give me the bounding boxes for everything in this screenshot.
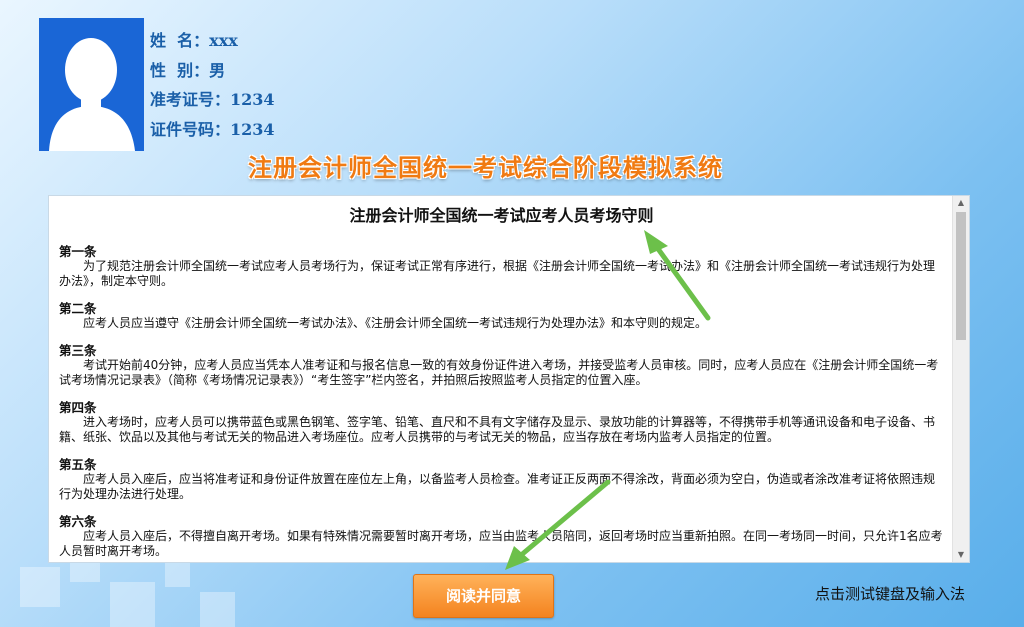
article-body: 应考人员应当遵守《注册会计师全国统一考试办法》、《注册会计师全国统一考试违规行为…: [83, 316, 708, 330]
article-heading: 第三条: [59, 343, 97, 358]
gender-label: 性 别：: [150, 60, 210, 80]
id-value: 1234: [230, 119, 275, 139]
article-body: 应考人员入座后，应当将准考证和身份证件放置在座位左上角，以备监考人员检查。准考证…: [59, 472, 936, 501]
article-heading: 第四条: [59, 400, 97, 415]
admission-label: 准考证号：: [150, 90, 231, 109]
system-title: 注册会计师全国统一考试综合阶段模拟系统: [248, 153, 723, 182]
scroll-up-icon[interactable]: ▲: [953, 196, 969, 210]
candidate-photo: [39, 18, 144, 151]
article-body: 应考人员入座后，不得擅自离开考场。如果有特殊情况需要暂时离开考场，应当由监考人员…: [59, 529, 943, 558]
scroll-thumb[interactable]: [956, 212, 966, 340]
scroll-down-icon[interactable]: ▼: [953, 548, 969, 562]
candidate-info: 姓 名：xxx 性 别：男 准考证号：1234 证件号码：1234: [150, 26, 275, 144]
article-body: 进入考场时，应考人员可以携带蓝色或黑色钢笔、签字笔、铅笔、直尺和不具有文字储存及…: [59, 415, 936, 444]
rules-panel[interactable]: 注册会计师全国统一考试应考人员考场守则 第一条 为了规范注册会计师全国统一考试应…: [48, 195, 970, 563]
article-body: 考试开始前40分钟，应考人员应当凭本人准考证和与报名信息一致的有效身份证件进入考…: [59, 358, 939, 387]
avatar-silhouette-icon: [39, 18, 144, 151]
id-row: 证件号码：1234: [150, 115, 275, 145]
name-label: 姓 名：: [150, 31, 210, 50]
admission-value: 1234: [230, 90, 275, 109]
agree-button[interactable]: 阅读并同意: [413, 574, 554, 618]
article-heading: 第一条: [59, 244, 97, 259]
gender-row: 性 别：男: [150, 56, 275, 86]
name-row: 姓 名：xxx: [150, 26, 275, 56]
rules-scrollbar[interactable]: ▲ ▼: [952, 196, 969, 562]
name-value: xxx: [209, 31, 238, 50]
id-label: 证件号码：: [150, 119, 231, 139]
rules-title: 注册会计师全国统一考试应考人员考场守则: [349, 206, 654, 225]
article-heading: 第五条: [59, 457, 97, 472]
admission-row: 准考证号：1234: [150, 85, 275, 115]
gender-value: 男: [209, 60, 226, 80]
test-keyboard-link[interactable]: 点击测试键盘及输入法: [815, 583, 965, 604]
article-heading: 第六条: [59, 514, 97, 529]
article-body: 为了规范注册会计师全国统一考试应考人员考场行为，保证考试正常有序进行，根据《注册…: [59, 259, 936, 288]
rules-content: 注册会计师全国统一考试应考人员考场守则 第一条 为了规范注册会计师全国统一考试应…: [59, 206, 944, 562]
article-heading: 第二条: [59, 301, 97, 316]
